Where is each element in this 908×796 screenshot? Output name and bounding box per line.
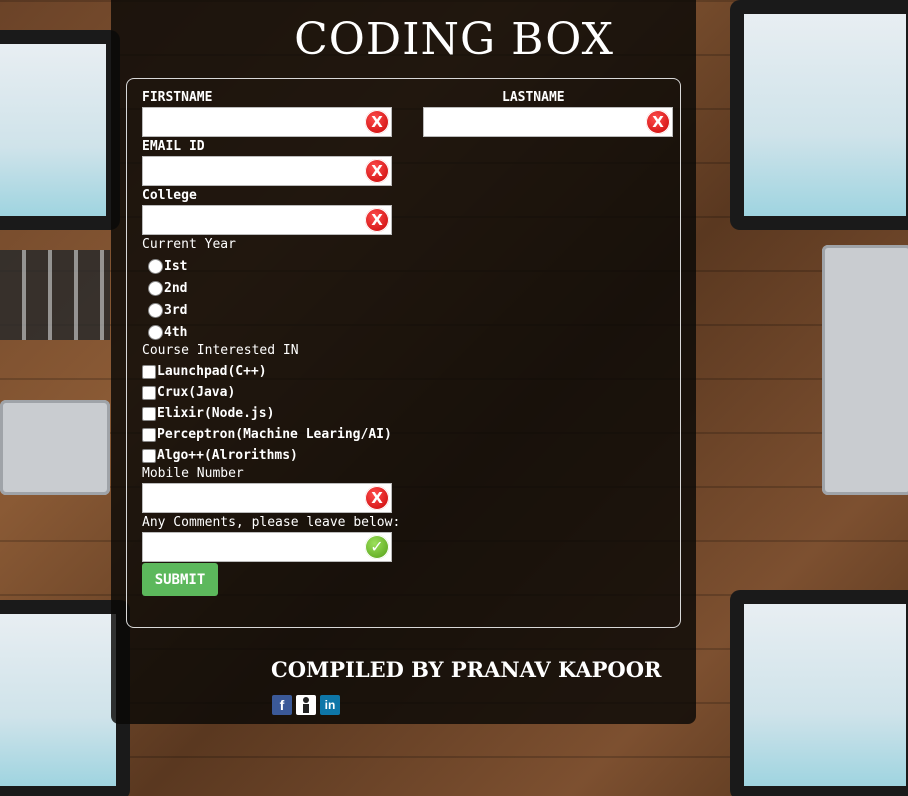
checkbox[interactable] <box>142 385 156 400</box>
valid-check-icon: ✓ <box>365 535 389 559</box>
page-title: CODING BOX <box>294 14 614 65</box>
firstname-field[interactable]: X <box>142 107 392 137</box>
compiled-by-text: COMPILED BY PRANAV KAPOOR <box>271 657 662 682</box>
invalid-icon: X <box>365 208 389 232</box>
course-option-3[interactable]: Elixir(Node.js) <box>142 406 274 421</box>
course-option-5[interactable]: Algo++(Alrorithms) <box>142 448 298 463</box>
lastname-field[interactable]: X <box>423 107 673 137</box>
invalid-icon: X <box>365 159 389 183</box>
course-option-4[interactable]: Perceptron(Machine Learing/AI) <box>142 427 392 442</box>
college-field[interactable]: X <box>142 205 392 235</box>
background-keyboard <box>0 250 110 340</box>
facebook-icon[interactable]: f <box>272 695 292 715</box>
invalid-icon: X <box>365 486 389 510</box>
course-label: Course Interested IN <box>142 343 299 358</box>
checkbox[interactable] <box>142 448 156 463</box>
current-year-label: Current Year <box>142 237 236 252</box>
submit-button[interactable]: SUBMIT <box>142 563 218 596</box>
college-label: College <box>142 188 197 203</box>
person-silhouette <box>303 697 309 713</box>
firstname-label: FIRSTNAME <box>142 90 213 105</box>
mobile-label: Mobile Number <box>142 466 244 481</box>
background-trackpad <box>0 400 110 495</box>
comments-field[interactable]: ✓ <box>142 532 392 562</box>
year-option-1[interactable]: Ist <box>148 259 187 274</box>
comments-label: Any Comments, please leave below: <box>142 515 401 530</box>
course-option-1[interactable]: Launchpad(C++) <box>142 364 267 379</box>
invalid-icon: X <box>646 110 670 134</box>
radio-button[interactable] <box>148 303 163 318</box>
course-option-2[interactable]: Crux(Java) <box>142 385 235 400</box>
background-laptop-screen-bottom-right <box>730 590 908 796</box>
radio-button[interactable] <box>148 325 163 340</box>
radio-button[interactable] <box>148 281 163 296</box>
mobile-field[interactable]: X <box>142 483 392 513</box>
invalid-icon: X <box>365 110 389 134</box>
year-option-4[interactable]: 4th <box>148 325 187 340</box>
checkbox[interactable] <box>142 427 156 442</box>
checkbox[interactable] <box>142 406 156 421</box>
year-option-3[interactable]: 3rd <box>148 303 187 318</box>
email-field[interactable]: X <box>142 156 392 186</box>
background-laptop-base-right <box>822 245 908 495</box>
lastname-label: LASTNAME <box>502 90 565 105</box>
checkbox[interactable] <box>142 364 156 379</box>
linkedin-icon[interactable]: in <box>320 695 340 715</box>
profile-icon[interactable] <box>296 695 316 715</box>
radio-button[interactable] <box>148 259 163 274</box>
email-label: EMAIL ID <box>142 139 205 154</box>
year-option-2[interactable]: 2nd <box>148 281 187 296</box>
